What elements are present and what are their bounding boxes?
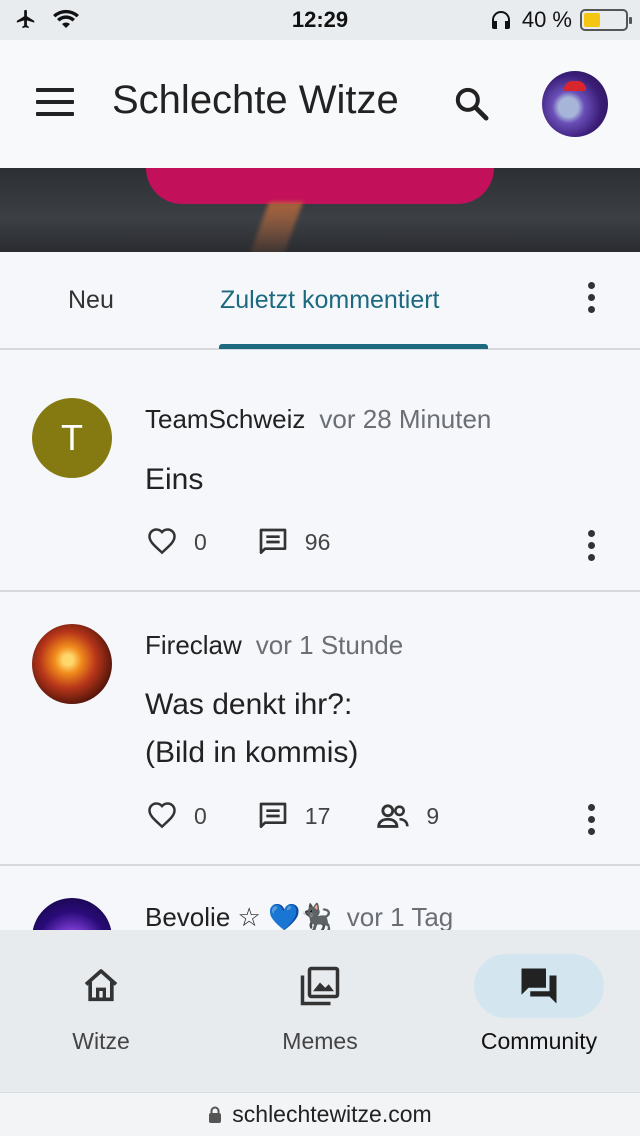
like-count: 0 [194,528,207,555]
bottom-navigation: Witze Memes Community [0,930,640,1092]
browser-url-bar[interactable]: schlechtewitze.com [0,1092,640,1136]
post-header: Bevolie ☆ 💙🐈‍⬛ vor 1 Tag [145,902,453,930]
comment-icon [259,802,287,828]
comment-count: 17 [304,802,331,829]
participant-count: 9 [426,802,440,829]
post-time: vor 1 Tag [346,902,454,930]
images-icon [300,966,340,1006]
status-bar: 12:29 40 % [0,0,640,40]
author-name[interactable]: TeamSchweiz [145,404,305,434]
post-time: vor 1 Stunde [255,630,404,660]
post-actions: 0 17 9 [146,800,439,832]
nav-label: Memes [282,1028,358,1054]
author-avatar[interactable] [32,624,112,704]
battery-icon [580,9,632,31]
post-item[interactable]: Bevolie ☆ 💙🐈‍⬛ vor 1 Tag [0,866,640,930]
author-avatar[interactable] [32,898,112,930]
post-item[interactable]: T TeamSchweiz vor 28 Minuten Eins 0 96 [0,350,640,592]
author-name[interactable]: Bevolie ☆ 💙🐈‍⬛ [145,902,333,930]
banner-light-reflection [247,202,303,252]
page-title: Schlechte Witze [112,78,399,122]
post-feed: T TeamSchweiz vor 28 Minuten Eins 0 96 Fi… [0,350,640,930]
comments-button[interactable]: 17 [257,800,331,832]
post-content-line: Was denkt ihr?: [145,688,353,721]
post-header: Fireclaw vor 1 Stunde [145,630,403,661]
like-count: 0 [194,802,207,829]
nav-label: Community [480,1028,598,1054]
nav-icon-wrap [255,954,385,1018]
post-actions: 0 96 [146,526,330,558]
post-more-icon[interactable] [588,530,596,566]
people-icon [377,804,409,828]
participants-indicator: 9 [376,803,439,830]
comment-icon [259,528,287,554]
post-content[interactable]: Eins [145,456,203,504]
banner-button[interactable] [146,168,494,204]
nav-community[interactable]: Community [459,954,619,1055]
author-avatar[interactable]: T [32,398,112,478]
tab-bar: Neu Zuletzt kommentiert [0,252,640,350]
post-content[interactable]: Was denkt ihr?: (Bild in kommis) [145,681,358,777]
nav-label: Witze [72,1028,130,1054]
post-more-icon[interactable] [588,804,596,840]
headphones-icon [491,11,510,29]
app-header: Schlechte Witze [0,40,640,168]
lock-icon [209,1106,222,1123]
post-time: vor 28 Minuten [319,404,492,434]
nav-icon-wrap [36,954,166,1018]
user-avatar[interactable] [542,71,608,137]
home-icon [84,969,118,1002]
like-button[interactable]: 0 [146,801,207,831]
heart-icon [148,528,176,555]
search-icon[interactable] [452,84,492,124]
nav-memes[interactable]: Memes [240,954,400,1055]
forum-icon [521,968,557,1004]
post-header: TeamSchweiz vor 28 Minuten [145,404,491,435]
battery-fill [584,13,600,27]
post-content-line: (Bild in kommis) [145,736,359,769]
comments-button[interactable]: 96 [257,526,331,558]
more-options-icon[interactable] [588,282,596,318]
tab-recently-commented[interactable]: Zuletzt kommentiert [220,286,440,315]
comment-count: 96 [304,528,331,555]
nav-icon-wrap [474,954,604,1018]
menu-icon[interactable] [36,88,74,118]
nav-witze[interactable]: Witze [21,954,181,1055]
post-item[interactable]: Fireclaw vor 1 Stunde Was denkt ihr?: (Bi… [0,592,640,866]
url-text: schlechtewitze.com [232,1101,432,1127]
tab-new[interactable]: Neu [68,286,114,315]
status-right: 40 % [488,7,632,33]
post-content-line: Eins [145,463,204,496]
heart-icon [148,802,176,829]
hero-banner [0,168,640,252]
battery-percent: 40 % [521,7,572,32]
author-name[interactable]: Fireclaw [145,630,242,660]
active-tab-indicator [219,344,488,349]
like-button[interactable]: 0 [146,527,207,557]
